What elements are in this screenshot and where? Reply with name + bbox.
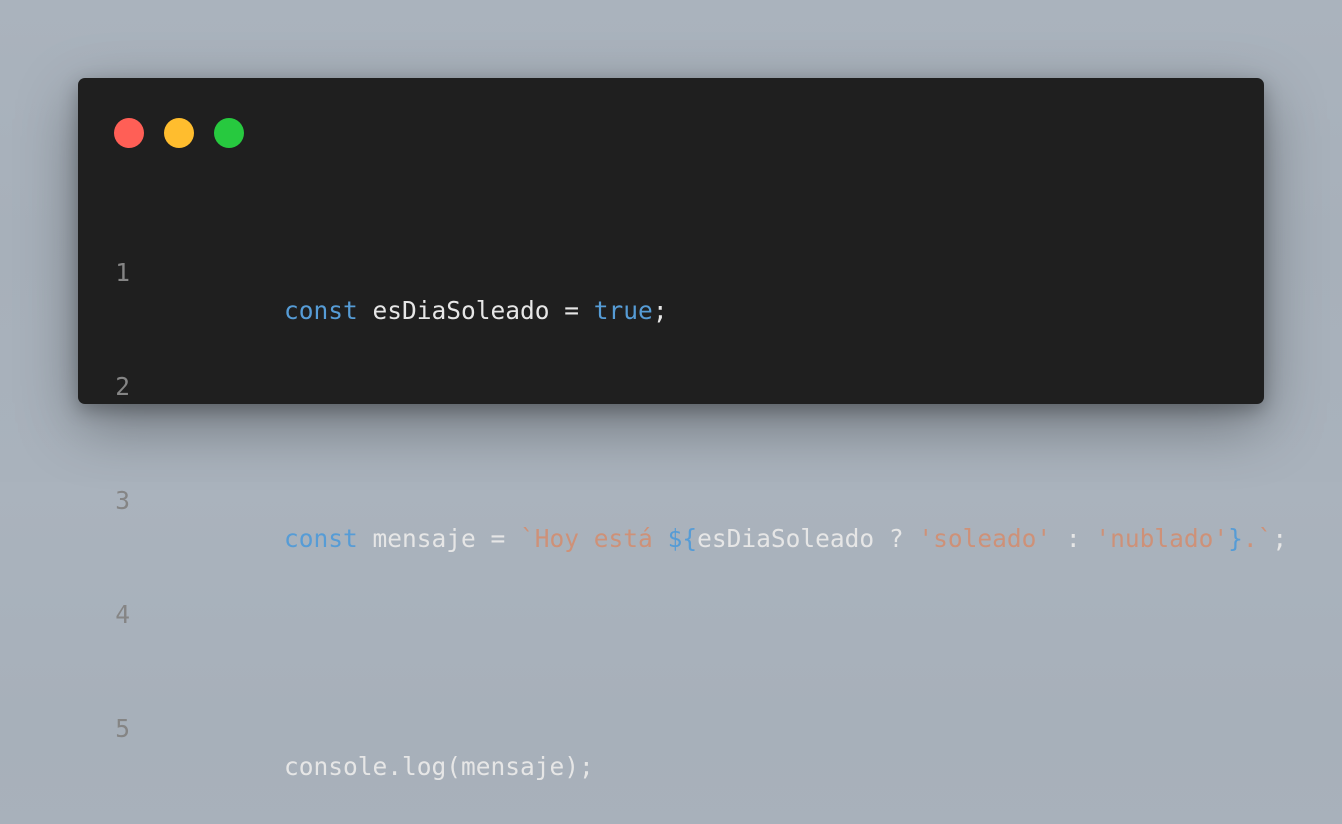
close-button[interactable] [114,118,144,148]
code-token: : [1051,524,1096,553]
code-window: 1 const esDiaSoleado = true; 2 3 const m… [78,78,1287,781]
code-line: 1 const esDiaSoleado = true; [78,254,1287,325]
code-token: esDiaSoleado = [357,296,594,325]
code-token: 'nublado' [1095,524,1229,553]
code-block: 1 const esDiaSoleado = true; 2 3 const m… [78,178,1287,824]
code-token: esDiaSoleado ? [697,524,919,553]
code-token: `Hoy está [520,524,668,553]
code-line: 4 [78,596,1287,634]
line-number: 4 [115,600,130,629]
code-line: 2 [78,368,1287,406]
code-token: mensaje = [357,524,521,553]
line-number: 5 [115,714,130,743]
window-controls [114,118,244,148]
line-content: console.log(mensaje); [166,710,594,781]
code-token: const [284,296,358,325]
line-content: const esDiaSoleado = true; [166,254,668,325]
line-number: 2 [115,372,130,401]
code-line: 5 console.log(mensaje); [78,710,1287,781]
code-token: ; [1272,524,1288,553]
code-token: ; [652,296,668,325]
code-token: console.log(mensaje); [284,752,594,781]
code-token: .` [1242,524,1273,553]
maximize-button[interactable] [214,118,244,148]
code-token: ${ [667,524,698,553]
minimize-button[interactable] [164,118,194,148]
code-token: } [1228,524,1243,553]
code-token: const [284,524,358,553]
line-content: const mensaje = `Hoy está ${esDiaSoleado… [166,482,1287,553]
code-line: 3 const mensaje = `Hoy está ${esDiaSolea… [78,482,1287,553]
line-number: 1 [115,258,130,287]
line-number: 3 [115,486,130,515]
code-token: true [593,296,653,325]
code-token: 'soleado' [918,524,1052,553]
